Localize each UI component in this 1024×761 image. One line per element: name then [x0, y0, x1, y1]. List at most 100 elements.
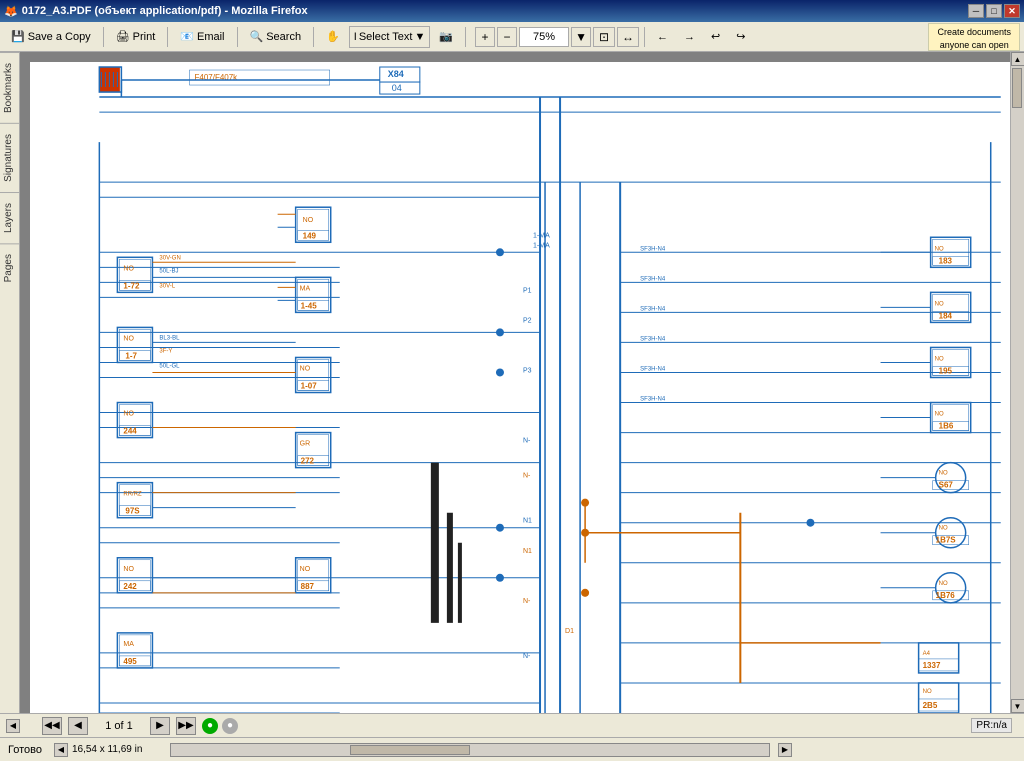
svg-text:GR: GR [300, 441, 311, 448]
email-button[interactable]: 📧 Email [173, 25, 231, 49]
horizontal-scrollbar[interactable] [170, 743, 770, 757]
status-ready-text: Готово [8, 744, 42, 756]
toolbar-separator-5 [465, 27, 466, 47]
zoom-level-display: 75% [519, 27, 569, 47]
svg-text:NO: NO [123, 335, 134, 342]
page-display: 1 of 1 [94, 720, 144, 732]
cursor-icon: I [354, 31, 357, 43]
titlebar-title: 0172_A3.PDF (объект application/pdf) - M… [22, 5, 308, 17]
svg-text:1-07: 1-07 [301, 382, 318, 391]
pdf-viewer-area: F407/F407k X84 04 [20, 52, 1024, 713]
vertical-scrollbar[interactable]: ▲ ▼ [1010, 52, 1024, 713]
svg-text:NO: NO [935, 301, 944, 307]
scroll-start-button[interactable]: ◀ [54, 743, 68, 757]
firefox-icon: 🦊 [4, 5, 18, 18]
svg-text:149: 149 [303, 231, 317, 240]
camera-icon: 📷 [439, 30, 453, 43]
svg-text:P3: P3 [523, 367, 532, 374]
svg-text:NO: NO [303, 217, 314, 224]
snapshot-button[interactable]: 📷 [432, 25, 460, 49]
hand-tool-button[interactable]: ✋ [319, 25, 347, 49]
print-button[interactable]: 🖨 Print [109, 25, 163, 49]
create-docs-button[interactable]: Create documents anyone can open [928, 23, 1020, 51]
fit-page-button[interactable]: ⊡ [593, 27, 615, 47]
forward-button[interactable]: → [677, 25, 702, 49]
titlebar-controls[interactable]: ─ □ ✕ [968, 4, 1020, 18]
save-icon: 💾 [11, 30, 25, 43]
save-copy-button[interactable]: 💾 Save a Copy [4, 25, 98, 49]
svg-text:N-: N- [523, 598, 531, 605]
scroll-thumb-vertical[interactable] [1012, 68, 1022, 108]
svg-text:NO: NO [123, 411, 134, 418]
svg-text:N-: N- [523, 473, 531, 480]
first-page-button[interactable]: ◀◀ [42, 717, 62, 735]
svg-text:SF3H-N4: SF3H-N4 [640, 276, 666, 282]
svg-text:195: 195 [939, 366, 953, 375]
tab-bookmarks[interactable]: Bookmarks [0, 52, 19, 123]
svg-text:MA: MA [300, 285, 311, 292]
scroll-up-button[interactable]: ▲ [1011, 52, 1024, 66]
next-page-button[interactable]: ▶ [150, 717, 170, 735]
toolbar: 💾 Save a Copy 🖨 Print 📧 Email 🔍 Search ✋… [0, 22, 1024, 52]
svg-text:BL3-BL: BL3-BL [159, 335, 180, 341]
svg-text:2B5: 2B5 [923, 701, 938, 710]
select-text-button[interactable]: I Select Text ▼ [349, 26, 431, 48]
history-button[interactable]: ↩ [704, 25, 727, 49]
zoom-dropdown-button[interactable]: ▼ [571, 27, 591, 47]
svg-text:P1: P1 [523, 287, 532, 294]
svg-text:NO: NO [935, 412, 944, 418]
svg-text:SF3H-N4: SF3H-N4 [640, 366, 666, 372]
tab-layers[interactable]: Layers [0, 192, 19, 243]
prev-page-button[interactable]: ◀ [68, 717, 88, 735]
pr-indicator: PR:n/a [971, 718, 1012, 733]
svg-text:MA: MA [123, 641, 134, 648]
scroll-left-button[interactable]: ◀ [6, 719, 20, 733]
svg-text:D1: D1 [565, 628, 574, 635]
fit-width-button[interactable]: ↔ [617, 27, 639, 47]
scroll-track-vertical[interactable] [1011, 66, 1024, 699]
dropdown-arrow-icon: ▼ [414, 31, 425, 43]
toolbar-separator-3 [237, 27, 238, 47]
search-button[interactable]: 🔍 Search [243, 25, 309, 49]
svg-text:RR/RZ: RR/RZ [123, 492, 142, 498]
toolbar-separator-4 [313, 27, 314, 47]
status-gray-icon: ● [222, 718, 238, 734]
svg-text:1-MA: 1-MA [533, 232, 550, 239]
svg-text:3F-Y: 3F-Y [159, 348, 172, 354]
svg-text:495: 495 [123, 657, 137, 666]
zoom-in-button[interactable]: + [475, 27, 495, 47]
left-panel-tabs: Bookmarks Signatures Layers Pages [0, 52, 20, 713]
tab-signatures[interactable]: Signatures [0, 123, 19, 192]
svg-text:SF3H-N4: SF3H-N4 [640, 397, 666, 403]
svg-text:30V-L: 30V-L [159, 283, 175, 289]
share-button[interactable]: ↪ [729, 25, 752, 49]
svg-text:NO: NO [123, 566, 134, 573]
svg-text:NO: NO [935, 246, 944, 252]
back-button[interactable]: ← [650, 25, 675, 49]
svg-text:NO: NO [923, 689, 932, 695]
wiring-diagram: F407/F407k X84 04 [30, 62, 1010, 713]
svg-text:30V-GN: 30V-GN [159, 255, 180, 261]
last-page-button[interactable]: ▶▶ [176, 717, 196, 735]
svg-text:1-45: 1-45 [301, 301, 318, 310]
print-icon: 🖨 [116, 30, 130, 43]
svg-text:97S: 97S [125, 507, 140, 516]
close-button[interactable]: ✕ [1004, 4, 1020, 18]
email-icon: 📧 [180, 30, 194, 43]
toolbar-separator-2 [167, 27, 168, 47]
svg-text:NO: NO [123, 265, 134, 272]
svg-text:1-7: 1-7 [125, 351, 137, 360]
svg-text:SF3H-N4: SF3H-N4 [640, 246, 666, 252]
svg-text:P2: P2 [523, 317, 532, 324]
scroll-end-button[interactable]: ▶ [778, 743, 792, 757]
svg-text:183: 183 [939, 256, 953, 265]
scroll-down-button[interactable]: ▼ [1011, 699, 1024, 713]
zoom-out-button[interactable]: − [497, 27, 517, 47]
scroll-thumb-horizontal[interactable] [350, 745, 470, 755]
svg-text:1B7S: 1B7S [936, 536, 957, 545]
tab-pages[interactable]: Pages [0, 243, 19, 292]
svg-text:NO: NO [939, 581, 948, 587]
minimize-button[interactable]: ─ [968, 4, 984, 18]
maximize-button[interactable]: □ [986, 4, 1002, 18]
svg-text:S67: S67 [939, 481, 954, 490]
